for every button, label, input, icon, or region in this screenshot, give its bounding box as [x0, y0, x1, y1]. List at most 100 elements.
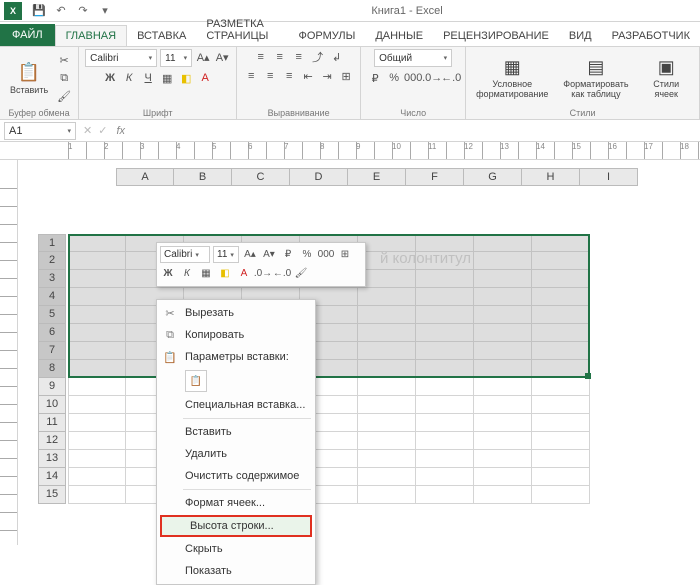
mini-format-painter-icon[interactable]: 🖌 [293, 265, 309, 281]
cancel-formula-icon[interactable]: ✕ [83, 124, 92, 137]
decrease-indent-icon[interactable]: ⇤ [300, 68, 316, 84]
cell[interactable] [474, 378, 532, 396]
cell[interactable] [532, 378, 590, 396]
cell[interactable] [68, 378, 126, 396]
cell[interactable] [358, 324, 416, 342]
ctx-hide[interactable]: Скрыть [157, 538, 315, 560]
cell[interactable] [474, 414, 532, 432]
mini-comma-icon[interactable]: 000 [318, 247, 334, 263]
row-header-1[interactable]: 1 [38, 234, 66, 252]
qat-dropdown-icon[interactable]: ▾ [96, 2, 114, 20]
cell[interactable] [68, 234, 126, 252]
cell[interactable] [416, 306, 474, 324]
col-header-F[interactable]: F [406, 168, 464, 186]
mini-italic-icon[interactable]: К [179, 265, 195, 281]
cell[interactable] [474, 324, 532, 342]
cell[interactable] [416, 360, 474, 378]
tab-view[interactable]: ВИД [559, 26, 602, 46]
mini-border-icon2[interactable]: ▦ [198, 265, 214, 281]
ctx-delete[interactable]: Удалить [157, 443, 315, 465]
percent-icon[interactable]: % [386, 70, 402, 86]
cell[interactable] [532, 360, 590, 378]
fill-color-icon[interactable]: ◧ [178, 70, 194, 86]
cell[interactable] [358, 342, 416, 360]
cell[interactable] [416, 342, 474, 360]
underline-icon[interactable]: Ч [140, 70, 156, 86]
row-header-15[interactable]: 15 [38, 486, 66, 504]
cell[interactable] [68, 252, 126, 270]
cell[interactable] [68, 432, 126, 450]
cell[interactable] [358, 468, 416, 486]
cell[interactable] [68, 486, 126, 504]
cell[interactable] [68, 270, 126, 288]
tab-home[interactable]: ГЛАВНАЯ [55, 25, 127, 46]
cell[interactable] [474, 468, 532, 486]
col-header-G[interactable]: G [464, 168, 522, 186]
row-headers[interactable]: 123456789101112131415 [38, 234, 66, 504]
row-header-3[interactable]: 3 [38, 270, 66, 288]
cell[interactable] [416, 468, 474, 486]
cut-icon[interactable]: ✂ [56, 52, 72, 68]
column-headers[interactable]: ABCDEFGHI [116, 168, 700, 186]
row-header-6[interactable]: 6 [38, 324, 66, 342]
cell[interactable] [68, 396, 126, 414]
cell[interactable] [532, 432, 590, 450]
align-bottom-icon[interactable]: ≡ [291, 49, 307, 65]
redo-icon[interactable]: ↷ [74, 2, 92, 20]
cell[interactable] [532, 306, 590, 324]
align-right-icon[interactable]: ≡ [281, 68, 297, 84]
merge-icon[interactable]: ⊞ [338, 68, 354, 84]
cell[interactable] [532, 342, 590, 360]
cell[interactable] [416, 378, 474, 396]
cell[interactable] [532, 396, 590, 414]
cell[interactable] [532, 324, 590, 342]
cell[interactable] [532, 450, 590, 468]
currency-icon[interactable]: ₽ [367, 70, 383, 86]
decrease-decimal-icon[interactable]: ←.0 [443, 70, 459, 86]
paste-button[interactable]: 📋 Вставить [6, 59, 52, 97]
cell-styles-button[interactable]: ▣ Стили ячеек [639, 54, 693, 102]
mini-decrease-decimal-icon[interactable]: ←.0 [274, 265, 290, 281]
increase-indent-icon[interactable]: ⇥ [319, 68, 335, 84]
cell[interactable] [68, 306, 126, 324]
cell[interactable] [532, 288, 590, 306]
mini-font-size[interactable]: 11 [213, 246, 239, 263]
cell[interactable] [416, 450, 474, 468]
tab-insert[interactable]: ВСТАВКА [127, 26, 196, 46]
tab-review[interactable]: РЕЦЕНЗИРОВАНИЕ [433, 26, 559, 46]
bold-icon[interactable]: Ж [102, 70, 118, 86]
cell[interactable] [358, 270, 416, 288]
row-header-14[interactable]: 14 [38, 468, 66, 486]
mini-font-color-icon[interactable]: A [236, 265, 252, 281]
fx-icon[interactable]: fx [116, 125, 125, 137]
orientation-icon[interactable]: ⤴ [310, 49, 326, 65]
mini-fill-color-icon[interactable]: ◧ [217, 265, 233, 281]
save-icon[interactable]: 💾 [30, 2, 48, 20]
cell[interactable] [416, 270, 474, 288]
cell[interactable] [358, 450, 416, 468]
cell[interactable] [358, 486, 416, 504]
row-header-4[interactable]: 4 [38, 288, 66, 306]
row-header-7[interactable]: 7 [38, 342, 66, 360]
comma-icon[interactable]: 000 [405, 70, 421, 86]
cell[interactable] [416, 288, 474, 306]
cell[interactable] [532, 252, 590, 270]
border-icon[interactable]: ▦ [159, 70, 175, 86]
cell[interactable] [416, 324, 474, 342]
col-header-H[interactable]: H [522, 168, 580, 186]
col-header-I[interactable]: I [580, 168, 638, 186]
align-left-icon[interactable]: ≡ [243, 68, 259, 84]
cell[interactable] [474, 270, 532, 288]
col-header-A[interactable]: A [116, 168, 174, 186]
cell[interactable] [358, 432, 416, 450]
ctx-cut[interactable]: ✂Вырезать [157, 302, 315, 324]
col-header-B[interactable]: B [174, 168, 232, 186]
cell[interactable] [532, 270, 590, 288]
col-header-D[interactable]: D [290, 168, 348, 186]
row-header-10[interactable]: 10 [38, 396, 66, 414]
sheet[interactable]: ABCDEFGHI 123456789101112131415 [18, 160, 700, 545]
cell[interactable] [474, 396, 532, 414]
col-header-E[interactable]: E [348, 168, 406, 186]
decrease-font-icon[interactable]: A▾ [214, 49, 230, 65]
mini-toolbar[interactable]: Calibri 11 A▴ A▾ ₽ % 000 ⊞ Ж К ▦ ◧ A .0→… [156, 242, 366, 287]
